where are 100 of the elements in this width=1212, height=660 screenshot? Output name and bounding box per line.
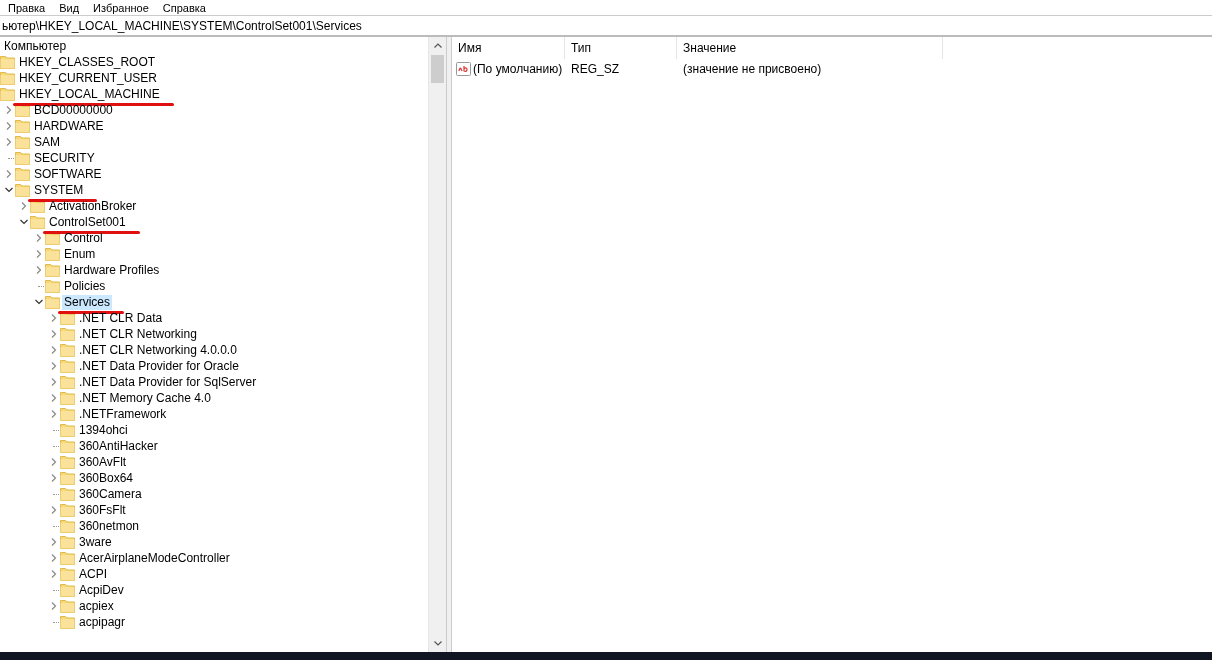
folder-icon (60, 487, 75, 501)
tree-item[interactable]: HARDWARE (32, 118, 106, 134)
folder-icon (15, 135, 30, 149)
tree-item[interactable]: SYSTEM (32, 182, 86, 198)
tree-item[interactable]: HKEY_CURRENT_USER (17, 70, 160, 86)
chevron-right-icon[interactable] (20, 202, 28, 210)
chevron-right-icon[interactable] (35, 234, 43, 242)
tree-item[interactable]: 360Camera (77, 486, 144, 502)
folder-icon (15, 151, 30, 165)
tree-item[interactable]: ActivationBroker (47, 198, 139, 214)
tree-item[interactable]: Policies (62, 278, 108, 294)
scrollbar-thumb[interactable] (431, 55, 444, 83)
chevron-down-icon[interactable] (35, 298, 43, 306)
tree-item[interactable]: BCD00000000 (32, 102, 115, 118)
tree-item[interactable]: AcerAirplaneModeController (77, 550, 232, 566)
tree-item[interactable]: .NET Data Provider for SqlServer (77, 374, 259, 390)
folder-icon (0, 55, 15, 69)
chevron-right-icon[interactable] (50, 474, 58, 482)
chevron-right-icon[interactable] (50, 346, 58, 354)
folder-icon (15, 183, 30, 197)
value-type: REG_SZ (570, 61, 620, 76)
tree-item[interactable]: HKEY_LOCAL_MACHINE (17, 86, 162, 102)
column-header[interactable]: Тип (565, 37, 677, 59)
column-header[interactable]: Значение (677, 37, 943, 59)
tree-item[interactable]: .NET CLR Data (77, 310, 165, 326)
folder-icon (15, 167, 30, 181)
tree-item[interactable]: .NET Data Provider for Oracle (77, 358, 241, 374)
folder-icon (0, 87, 15, 101)
chevron-right-icon[interactable] (5, 122, 13, 130)
tree-item[interactable]: AcpiDev (77, 582, 126, 598)
folder-icon (60, 327, 75, 341)
menu-item[interactable]: Правка (8, 1, 46, 14)
chevron-right-icon[interactable] (50, 394, 58, 402)
tree-item[interactable]: ACPI (77, 566, 109, 582)
folder-icon (60, 519, 75, 533)
tree-item[interactable]: 360Box64 (77, 470, 136, 486)
folder-icon (60, 455, 75, 469)
tree-item[interactable]: SAM (32, 134, 62, 150)
tree-item[interactable]: .NET Memory Cache 4.0 (77, 390, 213, 406)
tree-item[interactable]: 1394ohci (77, 422, 130, 438)
chevron-right-icon[interactable] (50, 554, 58, 562)
chevron-right-icon[interactable] (50, 570, 58, 578)
scroll-down-icon[interactable] (433, 641, 442, 646)
chevron-right-icon[interactable] (50, 314, 58, 322)
folder-icon (60, 471, 75, 485)
chevron-right-icon[interactable] (5, 138, 13, 146)
string-value-icon (456, 61, 471, 76)
tree-item[interactable]: SOFTWARE (32, 166, 104, 182)
chevron-right-icon[interactable] (50, 458, 58, 466)
tree-item[interactable]: acpipagr (77, 614, 128, 630)
value-name[interactable]: (По умолчанию) (473, 61, 563, 76)
tree-item[interactable]: .NETFramework (77, 406, 169, 422)
chevron-right-icon[interactable] (35, 266, 43, 274)
tree-item[interactable]: Enum (62, 246, 98, 262)
scroll-up-icon[interactable] (433, 43, 442, 48)
tree-item[interactable]: 360AntiHacker (77, 438, 160, 454)
folder-icon (60, 615, 75, 629)
chevron-right-icon[interactable] (50, 506, 58, 514)
folder-icon (45, 295, 60, 309)
chevron-right-icon[interactable] (50, 330, 58, 338)
chevron-right-icon[interactable] (50, 410, 58, 418)
tree-item[interactable]: 3ware (77, 534, 114, 550)
chevron-right-icon[interactable] (5, 106, 13, 114)
tree-item[interactable]: acpiex (77, 598, 116, 614)
folder-icon (60, 599, 75, 613)
menu-item[interactable]: Вид (59, 1, 80, 14)
tree-item[interactable]: 360FsFlt (77, 502, 128, 518)
menu-item[interactable]: Справка (162, 1, 206, 14)
tree-item[interactable]: .NET CLR Networking 4.0.0.0 (77, 342, 239, 358)
column-header[interactable]: Имя (452, 37, 565, 59)
tree-item[interactable]: .NET CLR Networking (77, 326, 199, 342)
chevron-right-icon[interactable] (35, 250, 43, 258)
chevron-right-icon[interactable] (50, 602, 58, 610)
tree-item[interactable]: 360netmon (77, 518, 142, 534)
tree-item[interactable]: Hardware Profiles (62, 262, 162, 278)
folder-icon (60, 535, 75, 549)
tree-item[interactable]: Control (62, 230, 105, 246)
chevron-right-icon[interactable] (50, 378, 58, 386)
folder-icon (60, 567, 75, 581)
scrollbar[interactable] (428, 37, 446, 652)
folder-icon (60, 375, 75, 389)
value-data: (значение не присвоено) (682, 61, 823, 76)
chevron-right-icon[interactable] (50, 538, 58, 546)
folder-icon (30, 215, 45, 229)
folder-icon (45, 263, 60, 277)
tree-item[interactable]: HKEY_CLASSES_ROOT (17, 54, 158, 70)
tree-item[interactable]: ControlSet001 (47, 214, 128, 230)
folder-icon (60, 343, 75, 357)
tree-item[interactable]: 360AvFlt (77, 454, 129, 470)
folder-icon (45, 247, 60, 261)
address-bar[interactable]: ьютер\HKEY_LOCAL_MACHINE\SYSTEM\ControlSet001\Services (0, 16, 1212, 37)
chevron-right-icon[interactable] (50, 362, 58, 370)
chevron-down-icon[interactable] (20, 218, 28, 226)
folder-icon (60, 503, 75, 517)
chevron-down-icon[interactable] (5, 186, 13, 194)
menu-item[interactable]: Избранное (93, 1, 149, 14)
tree-root-label[interactable]: Компьютер (2, 38, 69, 54)
tree-item[interactable]: SECURITY (32, 150, 97, 166)
chevron-right-icon[interactable] (5, 170, 13, 178)
folder-icon (60, 359, 75, 373)
